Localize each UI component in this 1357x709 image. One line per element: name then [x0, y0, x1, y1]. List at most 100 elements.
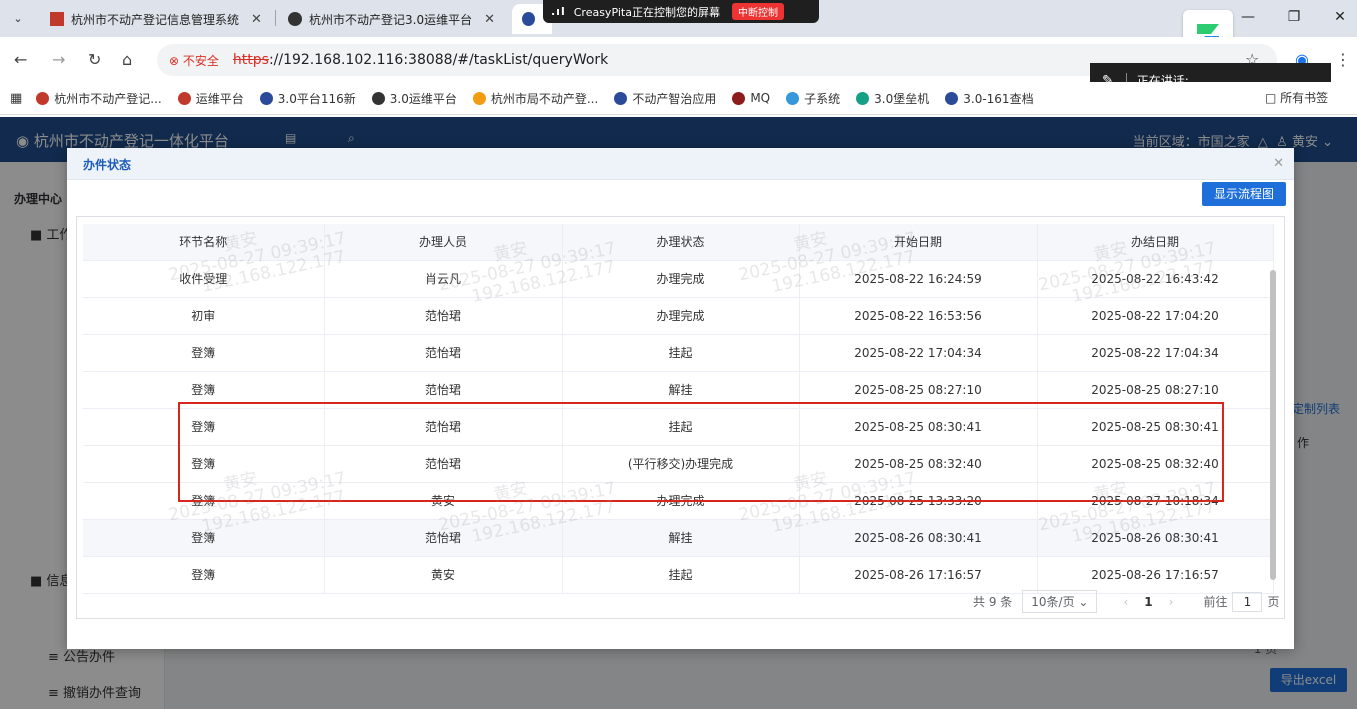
bookmark-item[interactable]: 运维平台 — [177, 90, 244, 107]
table-cell: 登簿 — [83, 519, 325, 557]
site-favicon-icon — [288, 12, 302, 26]
tab-title: 杭州市不动产登记3.0运维平台 — [309, 12, 473, 27]
url-path: ://192.168.102.116:38088/#/taskList/quer… — [268, 52, 609, 68]
table-cell: 办理完成 — [562, 260, 800, 298]
table-row[interactable]: 登簿 黄安 挂起 2025-08-26 17:16:57 2025-08-26 17:1… — [83, 556, 1274, 594]
dialog-close-icon[interactable]: ✕ — [1273, 156, 1284, 171]
browser-tab-1[interactable]: 杭州市不动产登记信息管理系统 ✕ — [40, 4, 272, 34]
table-row[interactable]: 登簿 范怡珺 挂起 2025-08-22 17:04:34 2025-08-22 17:… — [83, 334, 1274, 372]
home-icon[interactable]: ⌂ — [122, 50, 132, 69]
table-scrollbar[interactable] — [1270, 270, 1276, 580]
bookmark-favicon-icon — [945, 91, 959, 105]
browser-tabstrip: ⌄ 杭州市不动产登记信息管理系统 ✕ 杭州市不动产登记3.0运维平台 ✕ .ıl… — [0, 0, 1357, 60]
page-size-select[interactable]: 10条/页 ⌄ — [1022, 590, 1098, 613]
bookmark-favicon-icon — [786, 91, 800, 105]
table-cell: 2025-08-22 16:24:59 — [799, 260, 1038, 298]
highlight-annotation-box — [178, 402, 1224, 502]
prev-page-icon[interactable]: ‹ — [1123, 595, 1128, 609]
column-header: 办理状态 — [562, 224, 800, 261]
table-cell: 2025-08-26 17:16:57 — [799, 556, 1038, 594]
window-close-icon[interactable]: ✕ — [1328, 6, 1352, 28]
url-scheme: https — [232, 52, 269, 68]
bookmark-favicon-icon — [732, 91, 746, 105]
tab-close-icon[interactable]: ✕ — [484, 12, 495, 27]
restore-icon[interactable]: ❐ — [1282, 6, 1306, 28]
table-cell: 范怡珺 — [324, 519, 563, 557]
table-cell: 2025-08-26 08:30:41 — [799, 519, 1038, 557]
table-row[interactable]: 初审 范怡珺 办理完成 2025-08-22 16:53:56 2025-08-22 1… — [83, 297, 1274, 335]
bookmark-favicon-icon — [472, 91, 486, 105]
signal-icon: .ıl — [551, 5, 566, 18]
back-icon[interactable]: ← — [14, 50, 27, 69]
tab-title: 杭州市不动产登记信息管理系统 — [71, 12, 240, 27]
share-banner-text: CreasyPita正在控制您的屏幕 — [573, 5, 720, 19]
bookmark-item[interactable]: 3.0运维平台 — [371, 90, 457, 107]
forward-icon[interactable]: → — [52, 50, 65, 69]
bookmark-item[interactable]: 子系统 — [786, 90, 840, 107]
table-cell: 登簿 — [83, 334, 325, 372]
bookmark-item[interactable]: 杭州市局不动产登... — [472, 90, 598, 107]
table-cell: 肖云凡 — [324, 260, 563, 298]
browser-tab-2[interactable]: 杭州市不动产登记3.0运维平台 ✕ — [278, 4, 505, 34]
bookmark-favicon-icon — [371, 91, 385, 105]
table-row[interactable]: 登簿 范怡珺 解挂 2025-08-26 08:30:41 2025-08-26 08:… — [83, 519, 1274, 557]
security-warning[interactable]: ⊗ 不安全 — [169, 52, 219, 69]
pagination: 共 9 条 10条/页 ⌄ ‹ 1 › 前往 1 页 — [973, 590, 1280, 613]
table-cell: 2025-08-22 16:43:42 — [1037, 260, 1274, 298]
bookmark-favicon-icon — [856, 91, 870, 105]
bookmark-item[interactable]: 不动产智治应用 — [614, 90, 716, 107]
table-cell: 收件受理 — [83, 260, 325, 298]
menu-kebab-icon[interactable]: ⋮ — [1335, 50, 1351, 69]
goto-suffix: 页 — [1267, 595, 1280, 609]
tab-search-dropdown-icon[interactable]: ⌄ — [8, 9, 28, 29]
dialog-title: 办件状态 — [83, 158, 132, 172]
tab-close-icon[interactable]: ✕ — [251, 12, 262, 27]
apps-grid-icon[interactable]: ▦ — [10, 91, 22, 106]
table-cell: 2025-08-26 17:16:57 — [1037, 556, 1274, 594]
chevron-down-icon: ⌄ — [1078, 595, 1089, 609]
column-header: 开始日期 — [799, 224, 1038, 261]
table-row[interactable]: 收件受理 肖云凡 办理完成 2025-08-22 16:24:59 2025-08-22… — [83, 260, 1274, 298]
pager-total: 共 9 条 — [973, 595, 1013, 609]
bookmark-favicon-icon — [36, 91, 50, 105]
bookmark-item[interactable]: MQ — [732, 91, 770, 105]
dialog-header: 办件状态 ✕ — [67, 148, 1294, 180]
bookmark-favicon-icon — [177, 91, 191, 105]
table-cell: 2025-08-22 16:53:56 — [799, 297, 1038, 335]
current-page[interactable]: 1 — [1144, 595, 1152, 609]
table-cell: 2025-08-26 08:30:41 — [1037, 519, 1274, 557]
bookmarks-bar: ▦ 杭州市不动产登记... 运维平台 3.0平台116新 3.0运维平台 杭州市局不动产… — [0, 82, 1357, 115]
bookmark-favicon-icon — [259, 91, 273, 105]
bookmark-item[interactable]: 杭州市不动产登记... — [36, 90, 162, 107]
table-cell: 2025-08-22 17:04:34 — [1037, 334, 1274, 372]
bookmark-item[interactable]: 3.0平台116新 — [259, 90, 356, 107]
all-bookmarks-link[interactable]: □ 所有书签 — [1265, 89, 1328, 106]
bookmark-item[interactable]: 3.0堡垒机 — [856, 90, 929, 107]
table-cell: 登簿 — [83, 556, 325, 594]
table-cell: 初审 — [83, 297, 325, 335]
table-cell: 办理完成 — [562, 297, 800, 335]
table-cell: 2025-08-22 17:04:34 — [799, 334, 1038, 372]
next-page-icon[interactable]: › — [1169, 595, 1174, 609]
table-cell: 解挂 — [562, 519, 800, 557]
show-flowchart-button[interactable]: 显示流程图 — [1202, 182, 1286, 206]
bookmark-favicon-icon — [614, 91, 628, 105]
table-cell: 2025-08-22 17:04:20 — [1037, 297, 1274, 335]
minimize-icon[interactable]: — — [1236, 6, 1260, 28]
column-header: 环节名称 — [83, 224, 325, 261]
goto-page-input[interactable]: 1 — [1232, 591, 1263, 612]
bookmark-item[interactable]: 3.0-161查档 — [945, 90, 1034, 107]
column-header: 办结日期 — [1037, 224, 1274, 261]
reload-icon[interactable]: ↻ — [88, 50, 101, 69]
table-cell: 范怡珺 — [324, 297, 563, 335]
table-header-row: 环节名称 办理人员 办理状态 开始日期 办结日期 — [83, 224, 1274, 261]
site-favicon-icon — [50, 12, 64, 26]
site-favicon-icon — [522, 12, 535, 26]
table-cell: 挂起 — [562, 334, 800, 372]
column-header: 办理人员 — [324, 224, 563, 261]
folder-icon: □ — [1265, 91, 1277, 105]
table-cell: 挂起 — [562, 556, 800, 594]
goto-prefix: 前往 — [1203, 595, 1228, 609]
table-cell: 黄安 — [324, 556, 563, 594]
stop-control-button[interactable]: 中断控制 — [731, 3, 784, 20]
